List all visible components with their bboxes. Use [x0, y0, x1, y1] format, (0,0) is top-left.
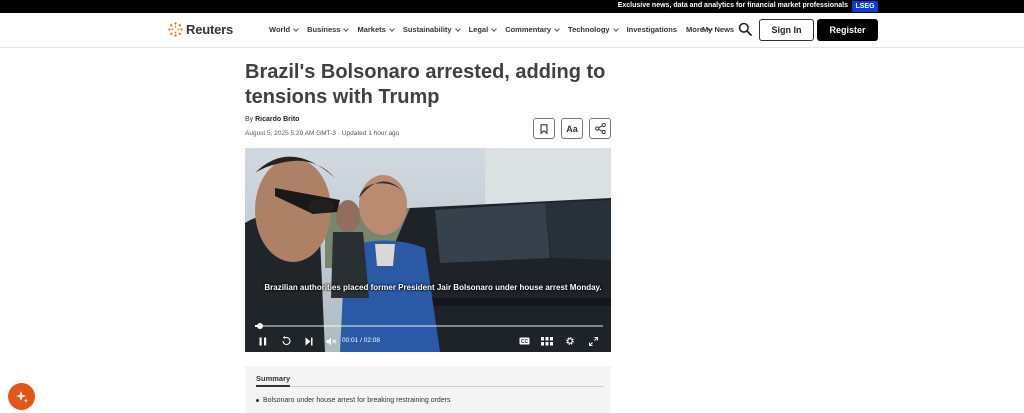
- nav-item-investigations[interactable]: Investigations: [627, 25, 677, 34]
- sign-in-button[interactable]: Sign In: [759, 19, 814, 41]
- video-controls: 00:01 / 02:08 CC: [245, 332, 611, 350]
- chevron-down-icon: [343, 25, 350, 32]
- bookmark-button[interactable]: [533, 118, 555, 139]
- nav-item-label: Business: [307, 25, 341, 34]
- video-player[interactable]: Brazilian authorities placed former Pres…: [245, 148, 611, 352]
- video-frame: [245, 148, 611, 352]
- nav-item-world[interactable]: World: [269, 25, 299, 34]
- playlist-button[interactable]: [541, 335, 553, 347]
- promo-bar: Exclusive news, data and analytics for f…: [0, 0, 1024, 13]
- author-link[interactable]: Ricardo Brito: [255, 116, 299, 123]
- reuters-logo-text: Reuters: [186, 22, 234, 37]
- nav-item-business[interactable]: Business: [307, 25, 350, 34]
- grid-icon: [541, 336, 553, 345]
- chevron-down-icon: [388, 25, 395, 32]
- share-button[interactable]: [589, 118, 611, 139]
- nav-item-label: Markets: [357, 25, 386, 34]
- byline: By Ricardo Brito: [245, 116, 299, 123]
- ai-assistant-button[interactable]: [8, 383, 35, 410]
- nav-item-commentary[interactable]: Commentary: [505, 25, 560, 34]
- time-separator: /: [360, 337, 362, 344]
- text-size-button[interactable]: Aa: [561, 118, 583, 139]
- video-caption: Brazilian authorities placed former Pres…: [264, 283, 602, 292]
- replay-button[interactable]: [280, 335, 292, 347]
- lseg-badge[interactable]: LSEG: [852, 1, 878, 12]
- search-icon[interactable]: [738, 22, 752, 36]
- main-nav: Reuters World Business Markets Sustainab…: [0, 13, 1024, 48]
- nav-item-markets[interactable]: Markets: [357, 25, 395, 34]
- muted-speaker-icon: [326, 337, 336, 345]
- video-progress-bar[interactable]: [255, 323, 603, 329]
- pause-button[interactable]: [258, 335, 268, 347]
- article-dateline: August 5, 2025 5:20 AM GMT-3 · Updated 1…: [245, 130, 400, 137]
- summary-box: Summary Bolsonaro under house arrest for…: [245, 366, 611, 413]
- reuters-logo[interactable]: Reuters: [168, 22, 233, 37]
- bookmark-icon: [540, 123, 548, 134]
- byline-prefix: By: [245, 116, 254, 123]
- article-headline: Brazil's Bolsonaro arrested, adding to t…: [245, 61, 606, 108]
- summary-title: Summary: [256, 374, 291, 383]
- nav-item-label: Technology: [568, 25, 610, 34]
- chevron-down-icon: [293, 25, 299, 32]
- chevron-down-icon: [554, 25, 560, 32]
- nav-item-label: World: [269, 25, 291, 34]
- share-icon: [594, 123, 606, 134]
- cc-label: CC: [520, 339, 528, 345]
- current-time: 00:01: [342, 337, 359, 344]
- nav-item-label: Commentary: [505, 25, 552, 34]
- nav-item-legal[interactable]: Legal: [468, 25, 498, 34]
- nav-item-label: Investigations: [626, 25, 678, 34]
- nav-menu: World Business Markets Sustainability Le…: [269, 25, 713, 34]
- skip-next-icon: [305, 337, 313, 345]
- mute-button[interactable]: [325, 335, 337, 347]
- reuters-logo-icon: [168, 22, 183, 37]
- chevron-down-icon: [454, 25, 461, 32]
- nav-item-label: Legal: [468, 25, 489, 34]
- summary-item: Bolsonaro under house arrest for breakin…: [256, 397, 451, 404]
- sparkle-icon: [15, 390, 28, 403]
- nav-item-sustainability[interactable]: Sustainability: [402, 25, 461, 34]
- replay-icon: [281, 336, 291, 346]
- video-time: 00:01 / 02:08: [342, 337, 380, 344]
- summary-title-underline: [256, 385, 290, 387]
- nav-item-technology[interactable]: Technology: [568, 25, 619, 34]
- summary-item-text: Bolsonaro under house arrest for breakin…: [263, 397, 451, 404]
- next-button[interactable]: [304, 335, 314, 347]
- closed-captions-icon: CC: [519, 337, 529, 345]
- bullet-icon: [256, 399, 259, 402]
- register-button[interactable]: Register: [817, 19, 878, 41]
- fullscreen-button[interactable]: [587, 335, 599, 347]
- chevron-down-icon: [491, 25, 498, 32]
- my-news-link[interactable]: My News: [702, 25, 734, 34]
- duration: 02:08: [363, 337, 380, 344]
- gear-icon: [566, 337, 574, 345]
- settings-button[interactable]: [564, 335, 576, 347]
- fullscreen-icon: [588, 336, 598, 346]
- chevron-down-icon: [612, 25, 619, 32]
- closed-captions-button[interactable]: CC: [518, 335, 530, 347]
- nav-item-label: Sustainability: [402, 25, 452, 34]
- promo-text[interactable]: Exclusive news, data and analytics for f…: [618, 2, 848, 9]
- pause-icon: [259, 337, 267, 345]
- summary-divider: [256, 386, 604, 387]
